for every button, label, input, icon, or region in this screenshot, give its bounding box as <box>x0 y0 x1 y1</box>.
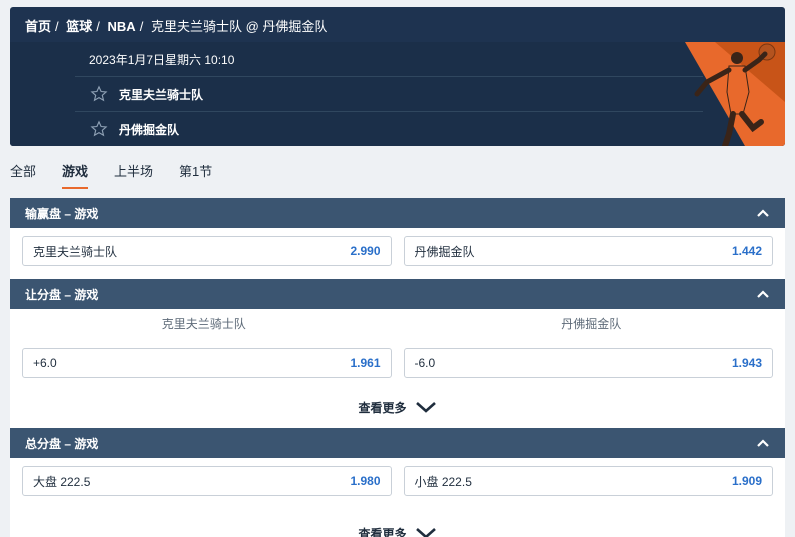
chevron-up-icon[interactable] <box>756 289 770 299</box>
market-total: 总分盘 – 游戏 大盘 222.5 1.980 小盘 222.5 1.909 查… <box>10 428 785 537</box>
selection-label: 小盘 222.5 <box>414 474 472 489</box>
team-row-away: 丹佛掘金队 <box>75 111 703 146</box>
odds-price: 1.909 <box>731 474 762 488</box>
column-label-home: 克里夫兰骑士队 <box>161 316 246 331</box>
odds-price: 1.980 <box>350 474 381 488</box>
chevron-down-icon <box>415 528 436 537</box>
odds-price: 1.442 <box>731 244 762 258</box>
event-header: 首页 / 篮球 / NBA / 克里夫兰骑士队 @ 丹佛掘金队 2023年1月7日星期… <box>10 7 785 146</box>
market-header[interactable]: 输赢盘 – 游戏 <box>10 198 785 228</box>
show-more-label: 查看更多 <box>358 400 407 415</box>
odds-row: 克里夫兰骑士队 2.990 丹佛掘金队 1.442 <box>10 228 785 266</box>
odds-button-under[interactable]: 小盘 222.5 1.909 <box>403 466 773 496</box>
odds-price: 2.990 <box>350 244 381 258</box>
tab-first-half[interactable]: 上半场 <box>114 161 153 189</box>
team-name-away: 丹佛掘金队 <box>119 122 180 137</box>
show-more-label: 查看更多 <box>358 526 407 537</box>
odds-row: 大盘 222.5 1.980 小盘 222.5 1.909 <box>10 458 785 496</box>
market-title: 总分盘 – 游戏 <box>25 436 99 451</box>
selection-label: 丹佛掘金队 <box>414 244 475 259</box>
tab-game[interactable]: 游戏 <box>62 161 89 189</box>
breadcrumb-home[interactable]: 首页 <box>25 19 51 34</box>
odds-price: 1.943 <box>731 356 762 370</box>
selection-label: 大盘 222.5 <box>33 474 91 489</box>
event-datetime: 2023年1月7日星期六 10:10 <box>89 53 235 67</box>
column-labels: 克里夫兰骑士队 丹佛掘金队 <box>10 309 785 337</box>
selection-label: -6.0 <box>414 356 436 370</box>
team-row-home: 克里夫兰骑士队 <box>75 76 703 111</box>
market-header[interactable]: 总分盘 – 游戏 <box>10 428 785 458</box>
market-moneyline: 输赢盘 – 游戏 克里夫兰骑士队 2.990 丹佛掘金队 1.442 <box>10 198 785 279</box>
selection-label: +6.0 <box>33 356 57 370</box>
odds-button-over[interactable]: 大盘 222.5 1.980 <box>22 466 392 496</box>
star-icon[interactable] <box>90 85 108 103</box>
odds-button-away[interactable]: 丹佛掘金队 1.442 <box>403 236 773 266</box>
odds-button-away[interactable]: -6.0 1.943 <box>403 348 773 378</box>
odds-row: +6.0 1.961 -6.0 1.943 <box>10 337 785 378</box>
breadcrumb-event: 克里夫兰骑士队 @ 丹佛掘金队 <box>150 19 328 34</box>
market-title: 输赢盘 – 游戏 <box>25 206 99 221</box>
market-title: 让分盘 – 游戏 <box>25 287 99 302</box>
tab-all[interactable]: 全部 <box>10 161 36 189</box>
chevron-up-icon[interactable] <box>756 208 770 218</box>
odds-button-home[interactable]: +6.0 1.961 <box>22 348 392 378</box>
market-spread: 让分盘 – 游戏 克里夫兰骑士队 丹佛掘金队 +6.0 1.961 -6.0 1… <box>10 279 785 428</box>
market-tabs: 全部 游戏 上半场 第1节 <box>10 161 238 189</box>
column-label-away: 丹佛掘金队 <box>561 316 622 331</box>
selection-label: 克里夫兰骑士队 <box>33 244 118 259</box>
event-info: 2023年1月7日星期六 10:10 克里夫兰骑士队 丹佛掘金队 <box>10 42 785 146</box>
tab-first-quarter[interactable]: 第1节 <box>179 161 212 189</box>
odds-price: 1.961 <box>350 356 381 370</box>
breadcrumb: 首页 / 篮球 / NBA / 克里夫兰骑士队 @ 丹佛掘金队 <box>25 19 328 34</box>
chevron-up-icon[interactable] <box>756 438 770 448</box>
odds-button-home[interactable]: 克里夫兰骑士队 2.990 <box>22 236 392 266</box>
show-more-button[interactable]: 查看更多 <box>10 496 785 537</box>
market-header[interactable]: 让分盘 – 游戏 <box>10 279 785 309</box>
basketball-player-graphic <box>685 42 785 146</box>
breadcrumb-sport[interactable]: 篮球 <box>66 19 92 34</box>
team-name-home: 克里夫兰骑士队 <box>119 87 204 102</box>
chevron-down-icon <box>415 402 436 413</box>
breadcrumb-league[interactable]: NBA <box>108 19 136 34</box>
star-icon[interactable] <box>90 120 108 138</box>
